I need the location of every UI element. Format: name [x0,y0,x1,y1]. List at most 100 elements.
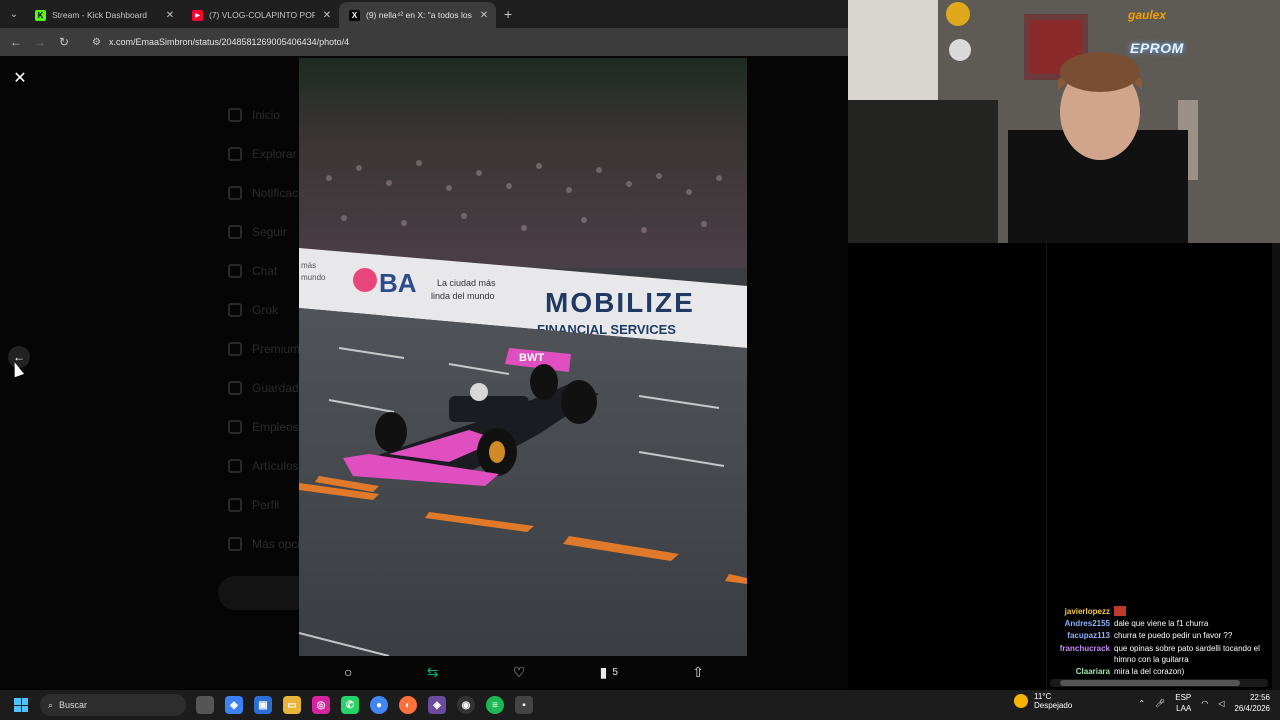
windows-start-icon[interactable] [14,698,28,712]
chat-username[interactable]: javierlopezz [1050,606,1110,617]
chat-username[interactable]: Andres2155 [1050,618,1110,629]
chat-message: javierlopezz [1050,606,1270,617]
weather-temp: 11°C [1034,692,1052,701]
tab-youtube[interactable]: ▶ (7) VLOG-COLAPINTO POR BUENOS AIRES ✕ [182,2,339,28]
instagram-icon[interactable]: ◎ [312,696,330,714]
search-icon: ⌕ [48,699,54,710]
system-tray: ⌃ 🎤︎ ESP LAA ◠ ◁ 22:56 26/4/2026 [1138,692,1270,714]
chat-message: franchucrack que opinas sobre pato sarde… [1050,643,1270,665]
wifi-icon[interactable]: ◠ [1201,699,1208,708]
car-sponsor-label: BWT [519,352,544,364]
store-icon[interactable]: ▣ [254,696,272,714]
tab-search-icon[interactable]: ⌄ [3,3,25,25]
clock[interactable]: 22:56 26/4/2026 [1234,692,1270,714]
reload-icon[interactable]: ↻ [52,35,76,49]
tab-title: (7) VLOG-COLAPINTO POR BUENOS AIRES [209,10,315,20]
chat-username[interactable]: facupaz113 [1050,630,1110,641]
chat-message: Claariara mira la del corazon) [1050,666,1270,677]
whatsapp-icon[interactable]: ✆ [341,696,359,714]
kick-icon: K [35,9,46,21]
banner-left-text: más [301,261,316,270]
firefox-icon[interactable]: ◐ [399,696,417,714]
tab-kick[interactable]: K Stream - Kick Dashboard ✕ [25,2,182,28]
tweet-actions: ○ ⇆ ♡ ▮ 5 ⇧ [300,656,748,688]
language-indicator[interactable]: ESP LAA [1175,692,1191,714]
spotify-icon[interactable]: ≡ [486,696,504,714]
sun-icon [1014,694,1028,708]
tab-x[interactable]: X (9) nella⁴² en X: "a todos los que ✕ [339,2,496,28]
overlay-brand-text: EPROM [1130,40,1184,56]
close-tab-icon[interactable]: ✕ [478,10,490,21]
taskbar-search[interactable]: ⌕ Buscar [40,694,186,716]
new-tab-button[interactable]: + [504,6,512,22]
youtube-icon: ▶ [192,9,203,21]
repost-icon: ⇆ [426,663,439,680]
windows-taskbar: ⌕ Buscar ◆ ▣ ▭ ◎ ✆ ● ◐ ◈ ◉ ≡ ▪ [0,690,1280,720]
microphone-icon[interactable]: 🎤︎ [1155,699,1165,708]
chevron-up-icon[interactable]: ⌃ [1138,699,1145,708]
weather-widget[interactable]: 11°C Despejado [1014,692,1072,710]
volume-icon[interactable]: ◁ [1218,699,1224,708]
chat-username[interactable]: Claariara [1050,666,1110,677]
webcam-overlay [848,0,1280,243]
banner-tagline1: La ciudad más [437,278,496,288]
chrome-icon[interactable]: ● [370,696,388,714]
tweet-photo: BA La ciudad más linda del mundo más mun… [299,58,747,656]
reply-button[interactable]: ○ [344,664,352,680]
x-icon: X [349,9,360,21]
address-bar: ← → ↻ ⚙ x.com/EmaaSimbron/status/2048581… [0,28,848,56]
feed-nav-item: Inicio [228,108,280,122]
chat-vertical-scrollbar[interactable] [1272,243,1280,690]
heart-icon: ♡ [512,663,526,680]
file-explorer-icon[interactable]: ▭ [283,696,301,714]
chat-message: Andres2155 dale que viene la f1 churra [1050,618,1270,629]
back-icon[interactable]: ← [4,35,28,49]
bar-chart-icon: ▮ [599,663,608,680]
feed-nav-item: Explorar [228,147,297,161]
site-info-icon[interactable]: ⚙ [92,37,101,48]
app-icon[interactable]: ▪ [515,696,533,714]
feed-nav-item: Grok [228,303,278,317]
feed-nav-item: Artículos [228,459,299,473]
share-button[interactable]: ⇧ [692,664,704,681]
taskbar-apps: ◆ ▣ ▭ ◎ ✆ ● ◐ ◈ ◉ ≡ ▪ [196,696,533,714]
repost-button[interactable]: ⇆ [427,664,439,681]
chat-scrollbar[interactable] [1050,679,1268,687]
chat-text: churra te puedo pedir un favor ?? [1114,631,1233,640]
tab-title: Stream - Kick Dashboard [52,10,147,20]
browser-tabbar: ⌄ K Stream - Kick Dashboard ✕ ▶ (7) VLOG… [0,0,848,28]
share-icon: ⇧ [692,663,704,680]
views-button[interactable]: ▮ 5 [600,664,618,681]
overlay-brand-logo: gaulex [1128,8,1167,22]
feed-nav-item: Premium [228,342,300,356]
close-tab-icon[interactable]: ✕ [321,10,333,21]
like-button[interactable]: ♡ [513,664,526,681]
photo-viewer: Inicio Explorar Notificaciones Seguir Ch… [0,56,848,690]
banner-tagline2: linda del mundo [431,291,495,301]
emote-icon [1114,606,1126,616]
obs-icon[interactable]: ◈ [428,696,446,714]
tab-title: (9) nella⁴² en X: "a todos los que [366,10,472,20]
feed-nav-item: Perfil [228,498,279,512]
url-field[interactable]: ⚙ x.com/EmaaSimbron/status/2048581269005… [82,31,848,53]
banner-brand: BA [379,268,417,298]
copilot-icon[interactable]: ◆ [225,696,243,714]
task-view-icon[interactable] [196,696,214,714]
chat-message: facupaz113 churra te puedo pedir un favo… [1050,630,1270,641]
feed-nav-item: Seguir [228,225,287,239]
close-tab-icon[interactable]: ✕ [164,10,176,21]
close-icon[interactable]: ✕ [10,68,30,88]
reply-icon: ○ [344,664,353,680]
f1-car-photo: BA La ciudad más linda del mundo más mun… [299,58,747,656]
time: 22:56 [1249,693,1270,702]
forward-icon[interactable]: → [28,35,52,49]
github-icon[interactable]: ◉ [457,696,475,714]
feed-nav-item: Empleos [228,420,299,434]
url-text: x.com/EmaaSimbron/status/204858126900540… [108,37,350,47]
date: 26/4/2026 [1234,704,1270,713]
sponsor-name: MOBILIZE [545,287,695,318]
webcam-image [848,0,1280,243]
chat-username[interactable]: franchucrack [1050,643,1110,665]
chat-text: dale que viene la f1 churra [1114,619,1209,628]
banner-left-text2: mundo [301,273,326,282]
